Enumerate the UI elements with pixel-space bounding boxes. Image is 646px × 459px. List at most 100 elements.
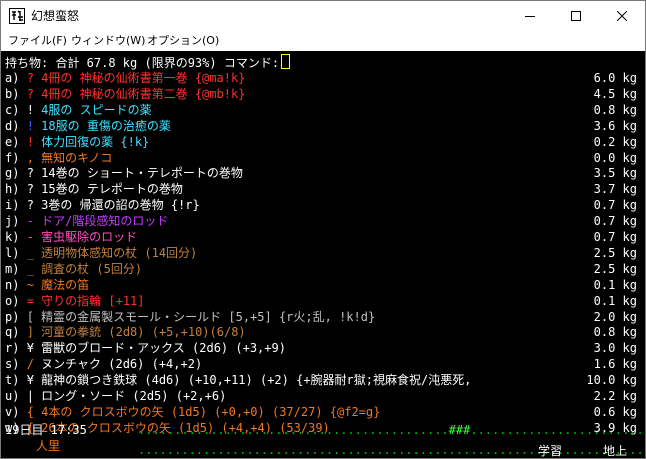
item-symbol: ? <box>26 182 34 197</box>
map-left-2: ........................................… <box>138 443 449 457</box>
item-weight: 0.1 kg <box>593 277 637 292</box>
inventory-item[interactable]: h) ? 15巻の テレポートの巻物 <box>5 181 183 197</box>
inventory-header: 持ち物: 合計 67.8 kg (限界の93%) コマンド: <box>5 54 291 70</box>
item-weight: 0.6 kg <box>593 404 637 419</box>
item-letter: l) <box>5 245 20 260</box>
menu-window[interactable]: ウィンドウ(W) <box>71 34 145 48</box>
item-weight: 3.0 kg <box>593 341 637 356</box>
item-letter: m) <box>5 261 20 276</box>
item-letter: k) <box>5 230 20 244</box>
item-weight: 0.7 kg <box>593 230 637 244</box>
inventory-item[interactable]: r) ¥ 雷獣のブロード・アックス (2d6) (+3,+9) <box>5 340 286 356</box>
map-left: ........................................… <box>138 423 449 437</box>
item-symbol: - <box>26 214 34 229</box>
item-weight: 3.6 kg <box>593 118 637 133</box>
inventory-item[interactable]: b) ? 4冊の 神秘の仙術書第二巻 {@mb!k} <box>5 86 245 102</box>
inventory-item[interactable]: p) [ 精霊の金属製スモール・シールド [5,+5] {r火;乱, !k!d} <box>5 309 375 325</box>
item-weight: 2.0 kg <box>593 309 637 324</box>
item-name: 害虫駆除のロッド <box>41 230 138 244</box>
inventory-item[interactable]: q) ] 河童の拳銃 (2d8) (+5,+10)(6/8) <box>5 324 246 340</box>
item-name: 3巻の 帰還の詔の巻物 {!r} <box>41 198 200 213</box>
item-name: 15巻の テレポートの巻物 <box>41 182 183 197</box>
item-letter: c) <box>5 102 20 117</box>
inventory-item[interactable]: i) ? 3巻の 帰還の詔の巻物 {!r} <box>5 197 200 213</box>
item-letter: i) <box>5 198 20 213</box>
menu-file[interactable]: ファイル(F) <box>8 34 67 48</box>
game-date: 19日目 17:35 <box>5 423 87 437</box>
status-line-1: 19日目 17:35 <box>5 422 87 438</box>
inventory-header-text: 持ち物: 合計 67.8 kg (限界の93%) コマンド: <box>5 56 280 70</box>
item-letter: d) <box>5 118 20 133</box>
item-weight: 3.7 kg <box>593 182 637 197</box>
study-indicator: 学習 <box>538 444 563 458</box>
item-symbol: = <box>26 293 34 308</box>
command-cursor <box>281 54 291 69</box>
menu-bar: ファイル(F) ウィンドウ(W) オプション(O) <box>1 31 645 51</box>
item-name: 14巻の ショート・テレポートの巻物 <box>41 166 243 181</box>
inventory-item[interactable]: s) / ヌンチャク (2d6) (+4,+2) <box>5 356 202 372</box>
item-weight: 0.1 kg <box>593 293 637 308</box>
inventory-item[interactable]: m) _ 調査の杖 (5回分) <box>5 261 142 277</box>
item-name: 4本の クロスボウの矢 (1d5) (+0,+0) (37/27) {@f2=g… <box>41 404 381 419</box>
item-letter: b) <box>5 86 20 101</box>
item-letter: s) <box>5 357 20 372</box>
window-title: 幻想蛮怒 <box>31 9 80 23</box>
item-letter: a) <box>5 71 20 85</box>
item-symbol: _ <box>26 261 34 276</box>
inventory-item[interactable]: c) ! 4服の スピードの薬 <box>5 102 152 118</box>
inventory-item[interactable]: e) ! 体力回復の薬 {!k} <box>5 134 149 150</box>
item-weight: 0.8 kg <box>593 325 637 340</box>
item-letter: r) <box>5 341 20 356</box>
item-symbol: ¥ <box>26 373 34 388</box>
inventory-item[interactable]: j) - ドア/階段感知のロッド <box>5 213 168 229</box>
item-symbol: ? <box>26 86 34 101</box>
item-symbol: ~ <box>26 277 34 292</box>
inventory-item[interactable]: o) = 守りの指輪 [+11] <box>5 293 145 309</box>
inventory-item[interactable]: a) ? 4冊の 神秘の仙術書第一巻 {@ma!k} <box>5 70 245 86</box>
item-weight: 1.6 kg <box>593 357 637 372</box>
item-symbol: ? <box>26 166 34 181</box>
item-symbol: ? <box>26 71 34 85</box>
item-letter: f) <box>5 150 20 165</box>
item-symbol: ] <box>26 325 34 340</box>
title-bar: 幻想蛮怒 <box>1 1 645 31</box>
inventory-item[interactable]: f) , 無知のキノコ <box>5 150 112 166</box>
item-name: ドア/階段感知のロッド <box>41 214 169 229</box>
inventory-item[interactable]: t) ¥ 龍神の鎖つき鉄球 (4d6) (+10,+11) (+2) {+腕器耐… <box>5 372 471 388</box>
item-letter: v) <box>5 404 20 419</box>
item-symbol: _ <box>26 245 34 260</box>
inventory-item[interactable]: n) ~ 魔法の笛 <box>5 277 89 293</box>
inventory-item[interactable]: u) | ロング・ソード (2d5) (+2,+6) <box>5 388 226 404</box>
item-letter: t) <box>5 373 20 388</box>
terminal-screen: 持ち物: 合計 67.8 kg (限界の93%) コマンド: a) ? 4冊の … <box>1 51 645 458</box>
item-weight: 2.5 kg <box>593 261 637 276</box>
inventory-item[interactable]: g) ? 14巻の ショート・テレポートの巻物 <box>5 165 243 181</box>
inventory-item[interactable]: k) - 害虫駆除のロッド <box>5 229 137 245</box>
item-name: 調査の杖 (5回分) <box>41 261 143 276</box>
inventory-item[interactable]: v) { 4本の クロスボウの矢 (1d5) (+0,+0) (37/27) {… <box>5 404 380 420</box>
minimize-button[interactable] <box>507 1 553 31</box>
item-symbol: ¥ <box>26 341 34 356</box>
overview-map: ........................................… <box>138 422 645 438</box>
location-name: 人里 <box>36 439 61 453</box>
menu-options[interactable]: オプション(O) <box>147 34 219 48</box>
item-letter: o) <box>5 293 20 308</box>
item-letter: n) <box>5 277 20 292</box>
close-button[interactable] <box>599 1 645 31</box>
item-name: 魔法の笛 <box>41 277 90 292</box>
item-weight: 0.8 kg <box>593 102 637 117</box>
inventory-item[interactable]: l) _ 透明物体感知の杖 (14回分) <box>5 245 197 261</box>
item-symbol: ! <box>26 102 34 117</box>
item-letter: u) <box>5 389 20 403</box>
item-symbol: / <box>26 357 34 372</box>
close-icon <box>617 11 627 21</box>
item-weight: 6.0 kg <box>593 71 637 85</box>
item-letter: h) <box>5 182 20 197</box>
item-letter: j) <box>5 214 20 229</box>
item-weight: 10.0 kg <box>586 373 637 388</box>
map-marker: ### <box>448 423 471 437</box>
dungeon-level: 地上 <box>603 444 628 458</box>
item-weight: 2.5 kg <box>593 245 637 260</box>
inventory-item[interactable]: d) ! 18服の 重傷の治癒の薬 <box>5 118 171 134</box>
maximize-button[interactable] <box>553 1 599 31</box>
